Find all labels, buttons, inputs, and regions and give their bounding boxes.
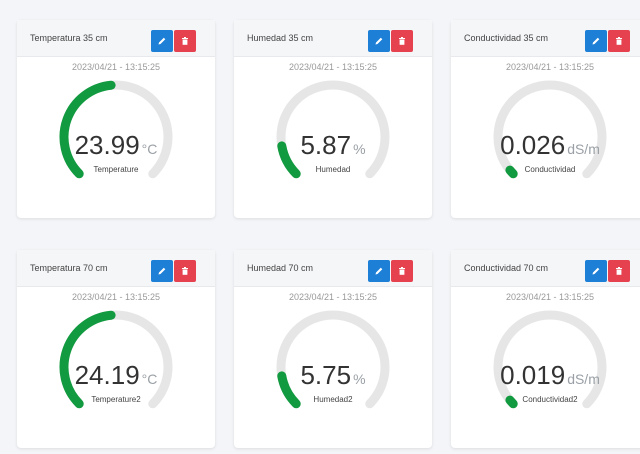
pencil-icon (158, 267, 166, 275)
gauge-readout: 24.19 °C (17, 360, 215, 391)
gauge-readout: 0.026 dS/m (451, 130, 640, 161)
gauge-value: 23.99 (74, 130, 140, 160)
delete-button[interactable] (174, 30, 196, 52)
timestamp: 2023/04/21 - 13:15:25 (71, 292, 161, 302)
gauge-unit: °C (141, 371, 158, 387)
pencil-icon (592, 267, 600, 275)
edit-button[interactable] (585, 260, 607, 282)
gauge-value: 5.75 (300, 360, 352, 390)
timestamp: 2023/04/21 - 13:15:25 (505, 292, 595, 302)
edit-button[interactable] (151, 260, 173, 282)
gauge-value: 24.19 (74, 360, 140, 390)
sensor-card: Conductividad 70 cm 2023/04/21 - 13:15:2… (451, 250, 640, 448)
card-title: Humedad 70 cm (247, 263, 314, 273)
gauge-label: Conductividad2 (522, 395, 578, 404)
gauge-readout: 5.87% (234, 130, 432, 161)
sensor-card: Humedad 35 cm 2023/04/21 - 13:15:25 5.87… (234, 20, 432, 218)
gauge-unit: °C (141, 141, 158, 157)
gauge-label: Conductividad (524, 165, 576, 174)
gauge-readout: 5.75% (234, 360, 432, 391)
delete-button[interactable] (391, 30, 413, 52)
gauge-value: 5.87 (300, 130, 352, 160)
delete-button[interactable] (174, 260, 196, 282)
card-title: Conductividad 35 cm (464, 33, 549, 43)
edit-button[interactable] (585, 30, 607, 52)
card-title: Temperatura 70 cm (30, 263, 108, 273)
timestamp: 2023/04/21 - 13:15:25 (288, 62, 378, 72)
sensor-card: Humedad 70 cm 2023/04/21 - 13:15:25 5.75… (234, 250, 432, 448)
delete-button[interactable] (608, 30, 630, 52)
gauge-readout: 23.99 °C (17, 130, 215, 161)
card-title: Temperatura 35 cm (30, 33, 108, 43)
pencil-icon (158, 37, 166, 45)
card-header: Humedad 70 cm (234, 250, 432, 287)
gauge-unit: % (353, 371, 366, 387)
trash-icon (616, 37, 622, 45)
pencil-icon (375, 267, 383, 275)
gauge-label: Temperature (93, 165, 139, 174)
timestamp: 2023/04/21 - 13:15:25 (505, 62, 595, 72)
gauge-unit: dS/m (567, 371, 600, 387)
gauge-label: Temperature2 (91, 395, 141, 404)
card-title: Humedad 35 cm (247, 33, 314, 43)
edit-button[interactable] (368, 30, 390, 52)
card-header: Temperatura 35 cm (17, 20, 215, 57)
card-header: Temperatura 70 cm (17, 250, 215, 287)
edit-button[interactable] (151, 30, 173, 52)
trash-icon (399, 267, 405, 275)
card-title: Conductividad 70 cm (464, 263, 549, 273)
delete-button[interactable] (608, 260, 630, 282)
gauge-unit: % (353, 141, 366, 157)
gauge-unit: dS/m (567, 141, 600, 157)
trash-icon (182, 37, 188, 45)
gauge-value: 0.019 (500, 360, 566, 390)
trash-icon (182, 267, 188, 275)
gauge-value: 0.026 (500, 130, 566, 160)
trash-icon (616, 267, 622, 275)
card-header: Humedad 35 cm (234, 20, 432, 57)
timestamp: 2023/04/21 - 13:15:25 (288, 292, 378, 302)
sensor-card: Temperatura 35 cm 2023/04/21 - 13:15:25 … (17, 20, 215, 218)
card-header: Conductividad 70 cm (451, 250, 640, 287)
gauge-label: Humedad2 (313, 395, 353, 404)
pencil-icon (592, 37, 600, 45)
edit-button[interactable] (368, 260, 390, 282)
gauge-readout: 0.019 dS/m (451, 360, 640, 391)
pencil-icon (375, 37, 383, 45)
timestamp: 2023/04/21 - 13:15:25 (71, 62, 161, 72)
gauge-label: Humedad (315, 165, 351, 174)
sensor-card: Temperatura 70 cm 2023/04/21 - 13:15:25 … (17, 250, 215, 448)
delete-button[interactable] (391, 260, 413, 282)
trash-icon (399, 37, 405, 45)
sensor-card: Conductividad 35 cm 2023/04/21 - 13:15:2… (451, 20, 640, 218)
card-header: Conductividad 35 cm (451, 20, 640, 57)
